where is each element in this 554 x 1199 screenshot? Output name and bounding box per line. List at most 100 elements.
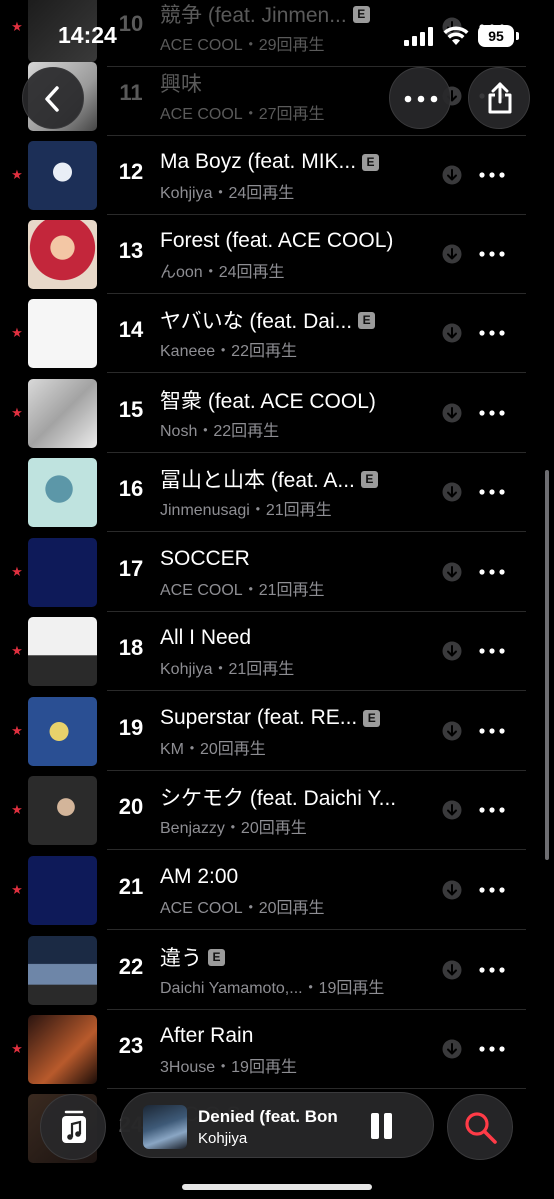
track-rank: 22	[118, 954, 144, 979]
now-playing-title: Denied (feat. Bon	[198, 1107, 338, 1126]
explicit-badge: E	[208, 948, 225, 966]
home-indicator	[182, 1184, 372, 1190]
track-rank: 12	[118, 159, 144, 184]
track-title: シケモク (feat. Daichi Y...	[160, 787, 397, 810]
album-artwork	[28, 141, 97, 210]
download-icon[interactable]	[442, 641, 462, 661]
track-row[interactable]: ★ 14 ヤバいな (feat. Dai... E Kaneee・22回再生	[0, 293, 554, 373]
wifi-icon	[443, 26, 469, 45]
search-icon	[465, 1112, 497, 1144]
track-more-icon[interactable]	[479, 647, 505, 655]
track-title: All I Need	[160, 626, 252, 649]
back-button[interactable]	[22, 67, 84, 129]
download-icon[interactable]	[442, 800, 462, 820]
track-title: 智衆 (feat. ACE COOL)	[160, 390, 376, 413]
track-row[interactable]: ★ 15 智衆 (feat. ACE COOL) Nosh・22回再生	[0, 373, 554, 453]
share-button[interactable]	[468, 67, 530, 129]
track-row[interactable]: ★ 21 AM 2:00 ACE COOL・20回再生	[0, 850, 554, 930]
track-more-icon[interactable]	[479, 329, 505, 337]
track-artist-plays: Kohjiya・24回再生	[160, 185, 295, 202]
track-more-icon[interactable]	[479, 886, 505, 894]
track-more-icon[interactable]	[479, 1045, 505, 1053]
track-more-icon[interactable]	[479, 171, 505, 179]
ellipsis-icon	[404, 95, 438, 103]
cellular-signal-icon	[404, 27, 433, 46]
track-row[interactable]: 16 冨山と山本 (feat. A... E Jinmenusagi・21回再生	[0, 452, 554, 532]
album-artwork	[28, 697, 97, 766]
track-title: Forest (feat. ACE COOL)	[160, 229, 394, 252]
track-more-icon[interactable]	[479, 250, 505, 258]
download-icon[interactable]	[442, 482, 462, 502]
track-row[interactable]: ★ 18 All I Need Kohjiya・21回再生	[0, 611, 554, 691]
track-artist-plays: Jinmenusagi・21回再生	[160, 502, 332, 519]
music-library-icon	[62, 1110, 86, 1143]
track-row[interactable]: ★ 19 Superstar (feat. RE... E KM・20回再生	[0, 691, 554, 771]
chevron-left-icon	[45, 86, 59, 112]
track-title: 興味	[160, 73, 202, 96]
download-icon[interactable]	[442, 403, 462, 423]
download-icon[interactable]	[442, 1039, 462, 1059]
track-title-line: 違う E	[160, 943, 430, 971]
more-options-button[interactable]	[389, 67, 451, 129]
album-artwork	[28, 617, 97, 686]
track-artist-plays: んoon・24回再生	[160, 264, 285, 281]
track-row[interactable]: ★ 17 SOCCER ACE COOL・21回再生	[0, 532, 554, 612]
download-icon[interactable]	[442, 165, 462, 185]
track-more-icon[interactable]	[479, 727, 505, 735]
track-row[interactable]: 13 Forest (feat. ACE COOL) んoon・24回再生	[0, 214, 554, 294]
track-artist-plays: ACE COOL・21回再生	[160, 582, 325, 599]
track-row[interactable]: ★ 23 After Rain 3House・19回再生	[0, 1009, 554, 1089]
album-artwork	[28, 220, 97, 289]
album-artwork	[28, 379, 97, 448]
album-artwork	[28, 856, 97, 925]
favorite-star-icon: ★	[11, 643, 23, 658]
track-more-icon[interactable]	[479, 966, 505, 974]
now-playing-artist: Kohjiya	[198, 1130, 248, 1147]
download-icon[interactable]	[442, 880, 462, 900]
track-title: Superstar (feat. RE...	[160, 706, 358, 729]
track-artist-plays: ACE COOL・20回再生	[160, 900, 325, 917]
download-icon[interactable]	[442, 960, 462, 980]
download-icon[interactable]	[442, 721, 462, 741]
share-icon	[488, 82, 512, 114]
track-more-icon[interactable]	[479, 488, 505, 496]
status-time: 14:24	[58, 22, 117, 48]
pause-icon[interactable]	[369, 1113, 395, 1141]
explicit-badge: E	[362, 153, 380, 171]
track-more-icon[interactable]	[479, 568, 505, 576]
track-artist-plays: 3House・19回再生	[160, 1059, 297, 1076]
track-title-line: SOCCER	[160, 545, 430, 573]
mini-player[interactable]: Denied (feat. Bon Kohjiya	[120, 1092, 434, 1158]
track-row[interactable]: ★ 12 Ma Boyz (feat. MIK... E Kohjiya・24回再生	[0, 135, 554, 215]
track-title: AM 2:00	[160, 865, 239, 888]
track-artist-plays: Nosh・22回再生	[160, 423, 280, 440]
track-rank: 21	[118, 874, 144, 899]
track-more-icon[interactable]	[479, 806, 505, 814]
track-artist-plays: Daichi Yamamoto,...・19回再生	[160, 980, 385, 997]
track-more-icon[interactable]	[479, 409, 505, 417]
track-title-line: Forest (feat. ACE COOL)	[160, 227, 430, 255]
now-playing-artwork	[143, 1105, 187, 1149]
download-icon[interactable]	[442, 323, 462, 343]
explicit-badge: E	[360, 470, 378, 488]
album-artwork	[28, 458, 97, 527]
download-icon[interactable]	[442, 244, 462, 264]
track-title-line: ヤバいな (feat. Dai... E	[160, 306, 430, 334]
favorite-star-icon: ★	[11, 802, 23, 817]
track-row[interactable]: 22 違う E Daichi Yamamoto,...・19回再生	[0, 930, 554, 1010]
download-icon[interactable]	[442, 562, 462, 582]
track-artist-plays: Kaneee・22回再生	[160, 343, 297, 360]
track-title: Ma Boyz (feat. MIK...	[160, 150, 357, 173]
track-title-line: シケモク (feat. Daichi Y...	[160, 783, 430, 811]
track-title: ヤバいな (feat. Dai...	[160, 310, 353, 333]
track-title-line: Ma Boyz (feat. MIK... E	[160, 148, 430, 176]
library-button[interactable]	[40, 1094, 106, 1160]
track-title: 冨山と山本 (feat. A...	[160, 469, 355, 492]
track-rank: 11	[119, 80, 143, 105]
track-row[interactable]: ★ 20 シケモク (feat. Daichi Y... Benjazzy・20回再生	[0, 770, 554, 850]
search-button[interactable]	[447, 1094, 513, 1160]
favorite-star-icon: ★	[11, 882, 23, 897]
track-title-line: 冨山と山本 (feat. A... E	[160, 465, 430, 493]
scrollbar[interactable]	[545, 470, 549, 860]
track-title: After Rain	[160, 1024, 254, 1047]
